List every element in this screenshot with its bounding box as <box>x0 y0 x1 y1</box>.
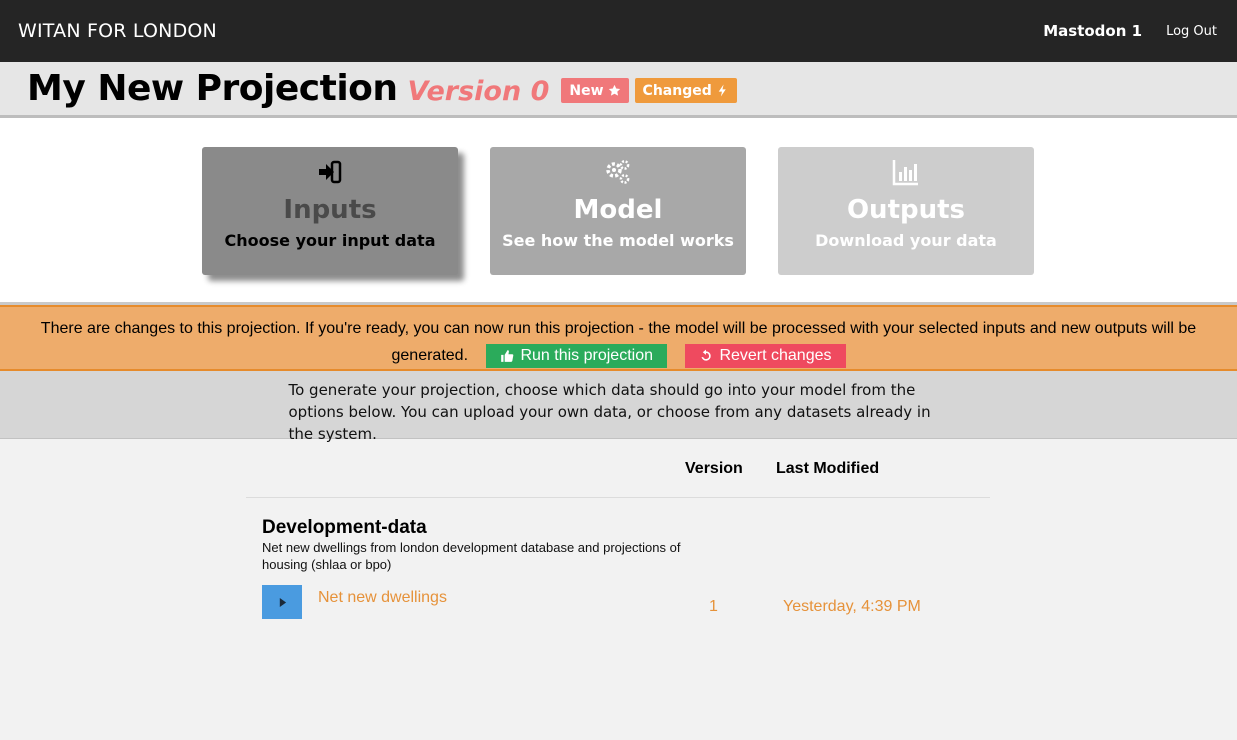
model-card[interactable]: Model See how the model works <box>490 147 746 275</box>
changes-notice: There are changes to this projection. If… <box>0 305 1237 371</box>
caret-right-icon <box>279 597 286 607</box>
user-area: Mastodon 1 Log Out <box>1043 22 1217 40</box>
undo-icon <box>701 349 712 361</box>
dataset-link[interactable]: Net new dwellings <box>318 589 447 607</box>
star-icon <box>608 84 620 96</box>
new-badge-label: New <box>569 82 604 99</box>
instructions-panel: To generate your projection, choose whic… <box>0 371 1237 443</box>
projection-title-bar: My New Projection Version 0 New Changed <box>0 62 1237 118</box>
bolt-icon <box>718 84 726 97</box>
workflow-cards: Inputs Choose your input data Model See … <box>0 118 1237 305</box>
outputs-card-title: Outputs <box>846 195 966 225</box>
model-card-title: Model <box>573 195 663 225</box>
page-title: My New Projection <box>27 68 398 109</box>
table-divider <box>246 497 990 498</box>
username[interactable]: Mastodon 1 <box>1043 22 1142 40</box>
new-badge: New <box>561 78 629 103</box>
bar-chart-icon <box>778 157 1034 187</box>
gears-icon <box>490 157 746 187</box>
version-label: Version 0 <box>407 76 550 107</box>
inputs-card[interactable]: Inputs Choose your input data <box>202 147 458 275</box>
thumbs-up-icon <box>501 349 514 362</box>
datasets-table: Version Last Modified Development-data N… <box>0 439 1237 734</box>
inputs-card-title: Inputs <box>283 195 377 225</box>
outputs-card[interactable]: Outputs Download your data <box>778 147 1034 275</box>
app-brand[interactable]: WITAN FOR LONDON <box>18 20 217 42</box>
inputs-card-subtitle: Choose your input data <box>224 231 436 250</box>
model-card-subtitle: See how the model works <box>502 231 734 250</box>
dataset-group-title: Development-data <box>262 517 427 538</box>
expand-dataset-button[interactable] <box>262 585 302 619</box>
changed-badge: Changed <box>634 78 737 103</box>
dataset-last-modified: Yesterday, 4:39 PM <box>783 598 921 615</box>
run-projection-label: Run this projection <box>520 347 653 365</box>
instructions-text: To generate your projection, choose whic… <box>288 381 931 443</box>
dataset-version: 1 <box>709 598 718 615</box>
revert-changes-label: Revert changes <box>719 347 832 365</box>
changed-badge-label: Changed <box>642 82 712 99</box>
last-modified-column-header: Last Modified <box>776 460 880 477</box>
version-column-header: Version <box>685 460 743 477</box>
revert-changes-button[interactable]: Revert changes <box>685 343 846 368</box>
sign-in-icon <box>202 157 458 187</box>
logout-link[interactable]: Log Out <box>1166 24 1217 39</box>
top-navbar: WITAN FOR LONDON Mastodon 1 Log Out <box>0 0 1237 62</box>
dataset-group-description: Net new dwellings from london developmen… <box>262 540 681 572</box>
outputs-card-subtitle: Download your data <box>815 231 997 250</box>
run-projection-button[interactable]: Run this projection <box>486 343 667 368</box>
